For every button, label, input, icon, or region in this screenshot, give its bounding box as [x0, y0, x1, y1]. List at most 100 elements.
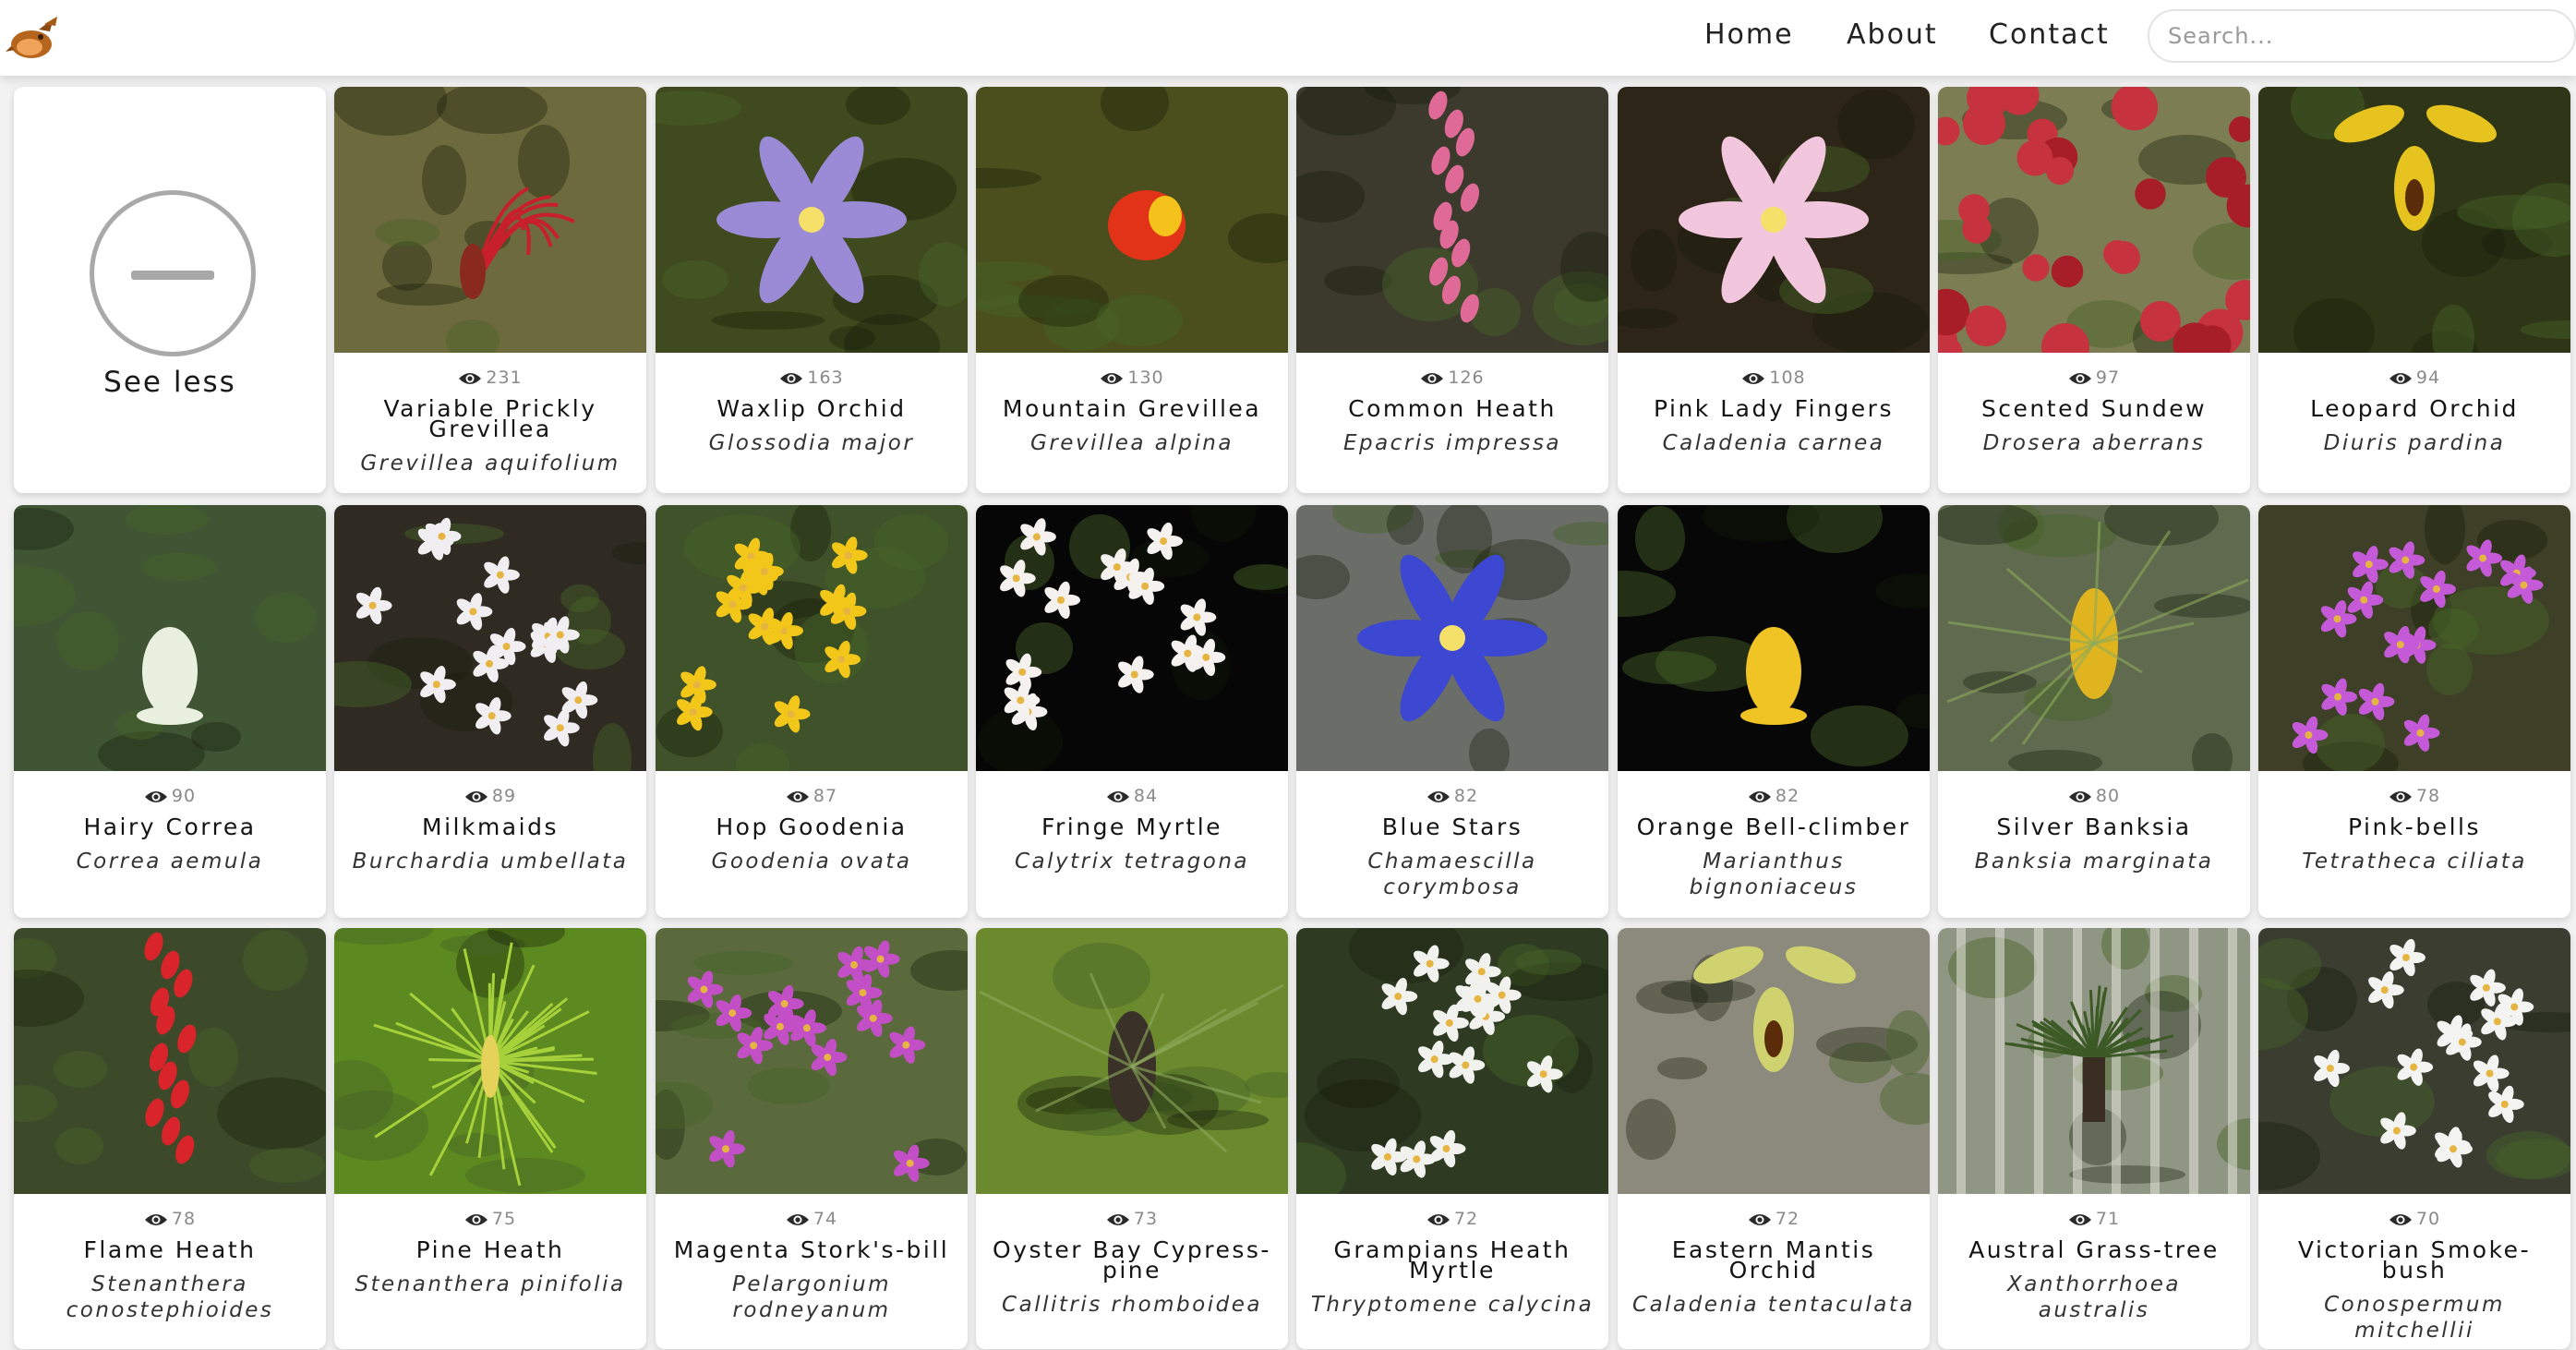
common-name: Milkmaids — [422, 814, 559, 840]
species-card[interactable]: 163 Waxlip Orchid Glossodia major — [656, 87, 968, 493]
view-count: 87 — [656, 786, 968, 806]
see-less-label: See less — [103, 366, 236, 399]
common-name: Pink Lady Fingers — [1653, 395, 1894, 422]
view-count-value: 78 — [2415, 786, 2441, 806]
species-photo — [976, 505, 1288, 771]
species-card[interactable]: 71 Austral Grass-tree Xanthorrhoea austral… — [1938, 928, 2250, 1349]
species-photo — [976, 928, 1288, 1194]
common-name: Mountain Grevillea — [1002, 395, 1262, 422]
nav-about-link[interactable]: About — [1847, 18, 1938, 51]
scientific-name: Burchardia umbellata — [352, 850, 629, 874]
view-count-value: 75 — [491, 1209, 517, 1229]
species-card[interactable]: 75 Pine Heath Stenanthera pinifolia — [334, 928, 646, 1349]
scientific-name: Caladenia carnea — [1662, 431, 1885, 455]
common-name: Austral Grass-tree — [1968, 1236, 2220, 1263]
scientific-name: Stenanthera conostephioides — [66, 1272, 274, 1322]
nav-home-link[interactable]: Home — [1704, 18, 1794, 51]
species-card[interactable]: 84 Fringe Myrtle Calytrix tetragona — [976, 505, 1288, 918]
species-card[interactable]: 72 Eastern Mantis Orchid Caladenia tentacu… — [1618, 928, 1930, 1349]
common-name: Common Heath — [1348, 395, 1557, 422]
species-photo — [2258, 505, 2570, 771]
eye-icon — [1426, 1213, 1450, 1225]
view-count-value: 126 — [1448, 368, 1485, 388]
search-input[interactable] — [2148, 9, 2576, 63]
common-name: Pine Heath — [415, 1236, 565, 1263]
view-count-value: 72 — [1453, 1209, 1479, 1229]
scientific-name: Tetratheca ciliata — [2302, 850, 2527, 874]
species-card[interactable]: 97 Scented Sundew Drosera aberrans — [1938, 87, 2250, 493]
platypus-logo-icon[interactable] — [4, 11, 59, 65]
species-photo — [1618, 505, 1930, 771]
species-photo — [334, 505, 646, 771]
species-card[interactable]: 82 Orange Bell-climber Marianthus bignonia… — [1618, 505, 1930, 918]
eye-icon — [1742, 372, 1765, 384]
species-photo — [1938, 87, 2250, 353]
common-name: Scented Sundew — [1980, 395, 2208, 422]
scientific-name: Chamaescilla corymbosa — [1367, 850, 1537, 899]
common-name: Variable Prickly Grevillea — [383, 395, 597, 442]
species-card[interactable]: 126 Common Heath Epacris impressa — [1296, 87, 1608, 493]
view-count-value: 73 — [1133, 1209, 1159, 1229]
species-card[interactable]: 231 Variable Prickly Grevillea Grevillea a… — [334, 87, 646, 493]
species-photo — [1296, 87, 1608, 353]
species-card[interactable]: 89 Milkmaids Burchardia umbellata — [334, 505, 646, 918]
scientific-name: Diuris pardina — [2323, 431, 2506, 455]
scientific-name: Stenanthera pinifolia — [355, 1272, 626, 1296]
species-card[interactable]: 87 Hop Goodenia Goodenia ovata — [656, 505, 968, 918]
species-card[interactable]: 130 Mountain Grevillea Grevillea alpina — [976, 87, 1288, 493]
nav-contact-link[interactable]: Contact — [1989, 18, 2110, 51]
view-count-value: 78 — [171, 1209, 197, 1229]
scientific-name: Grevillea aquifolium — [360, 452, 620, 476]
species-card[interactable]: 82 Blue Stars Chamaescilla corymbosa — [1296, 505, 1608, 918]
species-card[interactable]: 94 Leopard Orchid Diuris pardina — [2258, 87, 2570, 493]
view-count: 78 — [2258, 786, 2570, 806]
view-count-value: 82 — [1775, 786, 1800, 806]
see-less-button[interactable]: See less — [14, 87, 326, 493]
species-photo — [14, 505, 326, 771]
view-count: 163 — [656, 368, 968, 388]
scientific-name: Pelargonium rodneyanum — [731, 1272, 892, 1322]
species-photo — [1618, 87, 1930, 353]
view-count: 108 — [1618, 368, 1930, 388]
species-photo — [334, 928, 646, 1194]
view-count-value: 87 — [813, 786, 838, 806]
species-card[interactable]: 90 Hairy Correa Correa aemula — [14, 505, 326, 918]
species-card[interactable]: 80 Silver Banksia Banksia marginata — [1938, 505, 2250, 918]
eye-icon — [464, 1213, 488, 1225]
eye-icon — [1101, 372, 1124, 384]
species-card[interactable]: 108 Pink Lady Fingers Caladenia carnea — [1618, 87, 1930, 493]
species-card[interactable]: 73 Oyster Bay Cypress-pine Callitris rhomb… — [976, 928, 1288, 1349]
common-name: Fringe Myrtle — [1041, 814, 1223, 840]
view-count: 90 — [14, 786, 326, 806]
species-card[interactable]: 70 Victorian Smoke-bush Conospermum mitche… — [2258, 928, 2570, 1349]
view-count-value: 94 — [2415, 368, 2441, 388]
species-card[interactable]: 78 Pink-bells Tetratheca ciliata — [2258, 505, 2570, 918]
view-count: 82 — [1296, 786, 1608, 806]
scientific-name: Correa aemula — [76, 850, 264, 874]
view-count: 97 — [1938, 368, 2250, 388]
view-count-value: 71 — [2095, 1209, 2121, 1229]
view-count: 231 — [334, 368, 646, 388]
view-count-value: 82 — [1453, 786, 1479, 806]
eye-icon — [1106, 790, 1129, 802]
view-count: 84 — [976, 786, 1288, 806]
scientific-name: Callitris rhomboidea — [1002, 1293, 1262, 1317]
species-photo — [2258, 87, 2570, 353]
view-count: 70 — [2258, 1209, 2570, 1229]
scientific-name: Calytrix tetragona — [1014, 850, 1250, 874]
species-card[interactable]: 72 Grampians Heath Myrtle Thryptomene caly… — [1296, 928, 1608, 1349]
view-count-value: 90 — [171, 786, 197, 806]
species-photo — [1938, 505, 2250, 771]
eye-icon — [459, 372, 482, 384]
scientific-name: Glossodia major — [708, 431, 915, 455]
eye-icon — [1426, 790, 1450, 802]
common-name: Hop Goodenia — [716, 814, 908, 840]
species-card[interactable]: 78 Flame Heath Stenanthera conostephioides — [14, 928, 326, 1349]
scientific-name: Thryptomene calycina — [1310, 1293, 1595, 1317]
species-photo — [976, 87, 1288, 353]
species-photo — [1938, 928, 2250, 1194]
view-count: 130 — [976, 368, 1288, 388]
eye-icon — [786, 1213, 809, 1225]
eye-icon — [1748, 1213, 1771, 1225]
species-card[interactable]: 74 Magenta Stork's-bill Pelargonium rodney… — [656, 928, 968, 1349]
